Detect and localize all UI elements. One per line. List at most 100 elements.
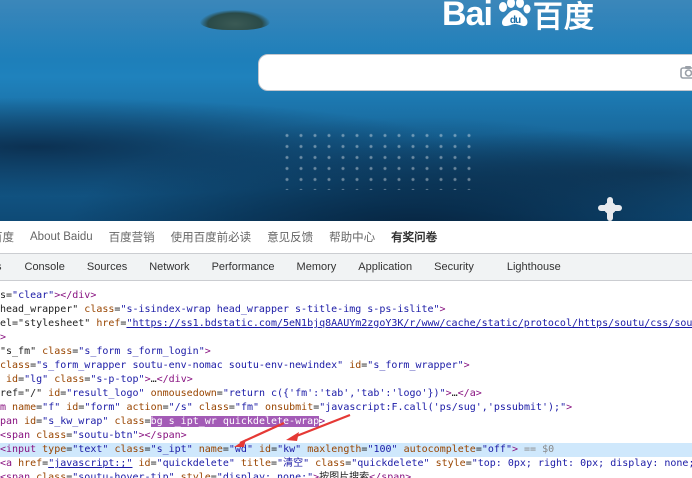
code-token: <input	[0, 444, 43, 455]
code-token: ></div>	[54, 290, 97, 301]
code-token: >	[204, 346, 211, 357]
code-token: type	[42, 444, 67, 455]
dom-node-line[interactable]: m name="f" id="form" action="/s" class="…	[0, 401, 692, 415]
code-token: id	[24, 416, 37, 427]
code-token: <span	[0, 430, 37, 441]
baidu-homepage: Bai du 百度	[0, 0, 692, 221]
dom-node-line[interactable]: el="stylesheet" href="https://ss1.bdstat…	[0, 317, 692, 331]
dom-node-line[interactable]: head_wrapper" class="s-isindex-wrap head…	[0, 303, 692, 317]
search-box[interactable]	[258, 54, 692, 91]
village-houses	[280, 130, 480, 190]
footer-link[interactable]: About Baidu	[30, 231, 93, 243]
code-token: s=	[0, 290, 13, 301]
code-token: class	[42, 346, 73, 357]
code-token: onmousedown	[150, 388, 217, 399]
code-token: "/s"	[168, 402, 193, 413]
camera-icon[interactable]	[680, 65, 692, 79]
code-token: pan	[0, 416, 25, 427]
dom-node-line[interactable]: <span class="soutu-btn"></span>	[0, 429, 692, 443]
code-token: "off"	[481, 444, 512, 455]
code-token: href	[96, 318, 121, 329]
code-token: "text"	[72, 444, 109, 455]
code-token: "清空"	[277, 458, 310, 469]
code-token: id	[66, 402, 79, 413]
dom-node-line[interactable]: >	[0, 331, 692, 345]
code-token: m	[0, 402, 13, 413]
baidu-logo[interactable]: Bai du 百度	[442, 0, 595, 34]
devtools-panel: sConsoleSourcesNetworkPerformanceMemoryA…	[0, 253, 692, 478]
code-token: "form"	[84, 402, 121, 413]
devtools-tab[interactable]: s	[0, 254, 14, 280]
dom-node-line[interactable]: "s_fm" class="s_form s_form_login">	[0, 345, 692, 359]
code-token: "s_ipt"	[150, 444, 193, 455]
code-token: >	[0, 332, 7, 343]
devtools-tab[interactable]: Network	[138, 254, 200, 280]
code-token: style	[435, 458, 466, 469]
dom-node-line[interactable]	[0, 281, 692, 289]
code-token: "javascript:F.call('ps/sug','pssubmit');…	[319, 402, 567, 413]
dom-node-line[interactable]: pan id="s_kw_wrap" class=bg s_ipt_wr qui…	[0, 415, 692, 429]
code-token: class	[36, 472, 67, 478]
devtools-tab[interactable]: Application	[347, 254, 423, 280]
code-token: id	[6, 374, 19, 385]
footer-link[interactable]: 百度营销	[109, 229, 155, 245]
code-token: >	[319, 416, 326, 427]
dom-node-line[interactable]: <span class="soutu-hover-tip" style="dis…	[0, 471, 692, 478]
devtools-tab[interactable]: Lighthouse	[485, 254, 572, 280]
footer-links: 百度 About Baidu 百度营销使用百度前必读意见反馈帮助中心有奖问卷	[0, 221, 692, 253]
code-token: style	[180, 472, 211, 478]
code-token: </a>	[457, 388, 482, 399]
code-token: el="stylesheet"	[0, 318, 97, 329]
code-token[interactable]: "javascript:;"	[48, 458, 132, 469]
footer-link[interactable]: 意见反馈	[267, 229, 313, 245]
footer-link[interactable]: 有奖问卷	[391, 229, 437, 245]
code-token: "f"	[42, 402, 61, 413]
footer-link[interactable]: 百度	[0, 229, 14, 245]
code-token: bg s_ipt_wr quickdelete-wrap	[150, 416, 320, 427]
code-token: class	[114, 444, 145, 455]
code-token: =	[144, 416, 151, 427]
dom-node-line[interactable]: <a href="javascript:;" id="quickdelete" …	[0, 457, 692, 471]
code-token: "soutu-hover-tip"	[72, 472, 175, 478]
code-token: head_wrapper"	[0, 304, 85, 315]
code-token: action	[126, 402, 163, 413]
logo-latin-text: Bai	[442, 0, 493, 33]
code-token: id	[48, 388, 61, 399]
code-token: class	[84, 304, 115, 315]
dom-node-line[interactable]: ref="/" id="result_logo" onmousedown="re…	[0, 387, 692, 401]
code-token: </div>	[156, 374, 193, 385]
devtools-tab[interactable]: Console	[14, 254, 76, 280]
elements-dom-tree[interactable]: s="clear"></div> head_wrapper" class="s-i…	[0, 281, 692, 478]
code-token: <a	[0, 458, 19, 469]
search-input[interactable]	[259, 55, 669, 90]
code-token: >	[439, 304, 446, 315]
code-token: name	[12, 402, 37, 413]
island-image	[200, 10, 270, 30]
code-token: class	[198, 402, 229, 413]
devtools-tab[interactable]: Security	[423, 254, 485, 280]
code-token: "kw"	[277, 444, 302, 455]
dom-node-line[interactable]: id="lg" class="s-p-top">…</div>	[0, 373, 692, 387]
devtools-tab[interactable]: Performance	[201, 254, 286, 280]
code-token: </span>	[369, 472, 412, 478]
code-token: name	[198, 444, 223, 455]
footer-link[interactable]: 帮助中心	[329, 229, 375, 245]
code-token: >	[463, 360, 470, 371]
selected-dom-node[interactable]: <input type="text" class="s_ipt" name="w…	[0, 443, 692, 457]
logo-chinese-text: 百度	[532, 1, 595, 34]
devtools-tab[interactable]: Memory	[286, 254, 348, 280]
dom-node-line[interactable]: s="clear"></div>	[0, 289, 692, 303]
devtools-tab-bar: sConsoleSourcesNetworkPerformanceMemoryA…	[0, 253, 692, 281]
dom-node-line[interactable]: class="s_form_wrapper soutu-env-nomac so…	[0, 359, 692, 373]
code-token: id	[349, 360, 362, 371]
code-token: class	[36, 430, 67, 441]
devtools-tab[interactable]: Sources	[76, 254, 138, 280]
floating-widget-icon[interactable]	[595, 196, 625, 221]
code-token: class	[315, 458, 346, 469]
code-token: id	[138, 458, 151, 469]
code-token[interactable]: "https://ss1.bdstatic.com/5eN1bjq8AAUYm2…	[126, 318, 692, 329]
footer-link[interactable]: 使用百度前必读	[171, 229, 252, 245]
code-token: "clear"	[12, 290, 55, 301]
code-token: id	[259, 444, 272, 455]
code-token: "top: 0px; right: 0px; display: none;"	[471, 458, 692, 469]
